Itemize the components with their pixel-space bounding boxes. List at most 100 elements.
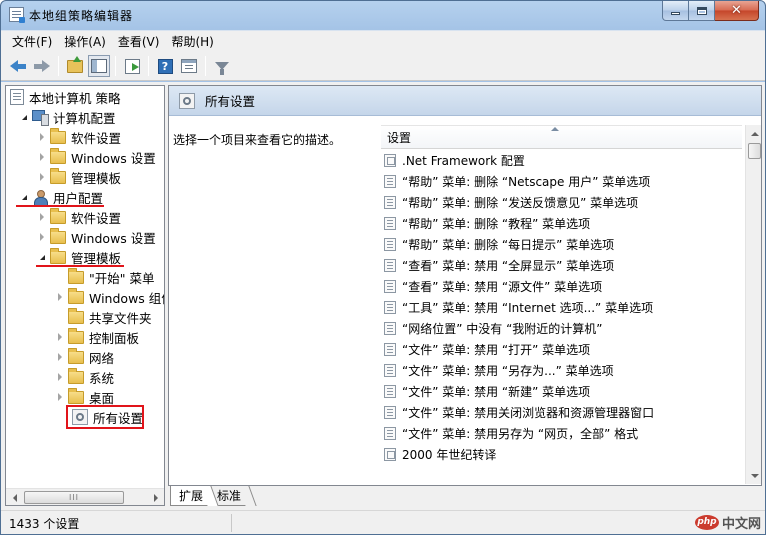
folder-icon [50, 127, 66, 144]
tree-item-uc-start-menu[interactable]: "开始" 菜单 [54, 267, 154, 287]
collapsed-arrow-icon[interactable] [54, 371, 66, 383]
tree-item-label: 软件设置 [71, 210, 122, 226]
list-item[interactable]: “查看” 菜单: 禁用 “源文件” 菜单选项 [384, 276, 602, 297]
list-item[interactable]: “文件” 菜单: 禁用关闭浏览器和资源管理器窗口 [384, 402, 654, 423]
tree-item-local-computer-policy[interactable]: 本地计算机 策略 [10, 87, 120, 107]
users-icon [32, 189, 48, 206]
collapsed-arrow-icon[interactable] [54, 291, 66, 303]
list-item[interactable]: “文件” 菜单: 禁用 “打开” 菜单选项 [384, 339, 590, 360]
list-item[interactable]: “查看” 菜单: 禁用 “全屏显示” 菜单选项 [384, 255, 614, 276]
menu-file[interactable]: 文件(F) [6, 31, 58, 52]
settings-vertical-scrollbar[interactable] [745, 125, 761, 484]
filter-icon [215, 62, 229, 75]
up-one-level-button[interactable] [64, 55, 86, 77]
minimize-button[interactable] [662, 1, 689, 21]
list-item[interactable]: “帮助” 菜单: 删除 “教程” 菜单选项 [384, 213, 590, 234]
window-title: 本地组策略编辑器 [29, 9, 134, 23]
list-item[interactable]: “帮助” 菜单: 删除 “Netscape 用户” 菜单选项 [384, 171, 650, 192]
tree-horizontal-scrollbar[interactable]: III [6, 488, 164, 505]
toolbar: ? [1, 52, 765, 81]
forward-arrow-icon [34, 60, 50, 72]
policy-setting-icon [384, 301, 396, 314]
tree-item-uc-components[interactable]: Windows 组件 [54, 287, 164, 307]
filter-button[interactable] [211, 55, 233, 77]
tree-item-uc-software[interactable]: 软件设置 [36, 207, 121, 227]
view-tabs: 扩展 标准 [168, 486, 762, 508]
folder-icon [50, 147, 66, 164]
tab-label: 扩展 [179, 489, 204, 503]
menu-bar: 文件(F) 操作(A) 查看(V) 帮助(H) [1, 30, 765, 52]
maximize-icon [696, 6, 707, 15]
tree-item-label: 计算机配置 [53, 110, 116, 126]
up-folder-icon [67, 55, 83, 73]
scroll-up-button[interactable] [746, 125, 761, 142]
scroll-right-button[interactable] [147, 489, 164, 505]
title-bar[interactable]: 本地组策略编辑器 ✕ [1, 1, 765, 29]
expanded-arrow-icon[interactable] [18, 111, 30, 123]
tree-item-cc-software[interactable]: 软件设置 [36, 127, 121, 147]
scrollbar-thumb[interactable]: III [24, 491, 124, 504]
policy-setting-icon [384, 364, 396, 377]
list-item-label: 2000 年世纪转译 [402, 448, 497, 462]
tree-item-uc-shared[interactable]: 共享文件夹 [54, 307, 152, 327]
scroll-down-button[interactable] [746, 467, 761, 484]
collapsed-arrow-icon[interactable] [54, 331, 66, 343]
tab-extended[interactable]: 扩展 [170, 486, 211, 506]
tree-item-uc-desktop[interactable]: 桌面 [54, 387, 114, 407]
close-button[interactable]: ✕ [715, 1, 759, 21]
list-item[interactable]: .Net Framework 配置 [384, 150, 525, 171]
policy-document-icon [10, 89, 24, 105]
collapsed-arrow-icon[interactable] [36, 171, 48, 183]
column-header-setting[interactable]: 设置 [381, 125, 742, 149]
tree-item-uc-windows[interactable]: Windows 设置 [36, 227, 156, 247]
expanded-arrow-icon[interactable] [36, 251, 48, 263]
scroll-left-button[interactable] [6, 489, 23, 505]
tree-item-cc-admin[interactable]: 管理模板 [36, 167, 121, 187]
folder-icon [50, 227, 66, 244]
list-item[interactable]: “帮助” 菜单: 删除 “发送反馈意见” 菜单选项 [384, 192, 638, 213]
collapsed-arrow-icon[interactable] [54, 351, 66, 363]
scrollbar-thumb[interactable] [748, 143, 761, 159]
collapsed-arrow-icon[interactable] [36, 131, 48, 143]
list-item[interactable]: “文件” 菜单: 禁用 “另存为...” 菜单选项 [384, 360, 614, 381]
tree-item-label: 管理模板 [71, 250, 122, 266]
list-item[interactable]: “网络位置” 中没有 “我附近的计算机” [384, 318, 603, 339]
tree-item-uc-system[interactable]: 系统 [54, 367, 114, 387]
scroll-left-icon [12, 493, 17, 502]
collapsed-arrow-icon[interactable] [36, 151, 48, 163]
description-pane: 选择一个项目来查看它的描述。 [169, 117, 381, 485]
tree-item-uc-admin[interactable]: 管理模板 [36, 247, 121, 267]
list-item[interactable]: “文件” 菜单: 禁用 “新建” 菜单选项 [384, 381, 590, 402]
show-hide-tree-button[interactable] [88, 55, 110, 77]
menu-action[interactable]: 操作(A) [58, 31, 112, 52]
collapsed-arrow-icon[interactable] [36, 231, 48, 243]
list-item[interactable]: “工具” 菜单: 禁用 “Internet 选项...” 菜单选项 [384, 297, 653, 318]
all-settings-icon [179, 92, 195, 109]
tree-item-computer-config[interactable]: 计算机配置 [18, 107, 116, 127]
menu-help[interactable]: 帮助(H) [165, 31, 219, 52]
list-item[interactable]: “文件” 菜单: 禁用另存为 “网页，全部” 格式 [384, 423, 638, 444]
back-arrow-icon [10, 60, 26, 72]
maximize-button[interactable] [689, 1, 715, 21]
help-button[interactable]: ? [154, 55, 176, 77]
expanded-arrow-icon[interactable] [18, 191, 30, 203]
list-item[interactable]: 2000 年世纪转译 [384, 444, 496, 465]
policy-setting-icon [384, 427, 396, 440]
forward-button[interactable] [31, 55, 53, 77]
properties-button[interactable] [178, 55, 200, 77]
details-header: 所有设置 [169, 86, 761, 116]
tree-item-cc-windows[interactable]: Windows 设置 [36, 147, 156, 167]
tree-item-uc-control-panel[interactable]: 控制面板 [54, 327, 139, 347]
tree-item-user-config[interactable]: 用户配置 [18, 187, 103, 207]
list-item[interactable]: “帮助” 菜单: 删除 “每日提示” 菜单选项 [384, 234, 614, 255]
back-button[interactable] [7, 55, 29, 77]
menu-view[interactable]: 查看(V) [112, 31, 166, 52]
policy-setting-icon [384, 385, 396, 398]
no-arrow-spacer [54, 271, 66, 283]
policy-folder-icon [384, 448, 396, 461]
collapsed-arrow-icon[interactable] [54, 391, 66, 403]
tree-item-label: Windows 组件 [89, 290, 164, 306]
tree-item-uc-network[interactable]: 网络 [54, 347, 114, 367]
collapsed-arrow-icon[interactable] [36, 211, 48, 223]
export-list-button[interactable] [121, 55, 143, 77]
